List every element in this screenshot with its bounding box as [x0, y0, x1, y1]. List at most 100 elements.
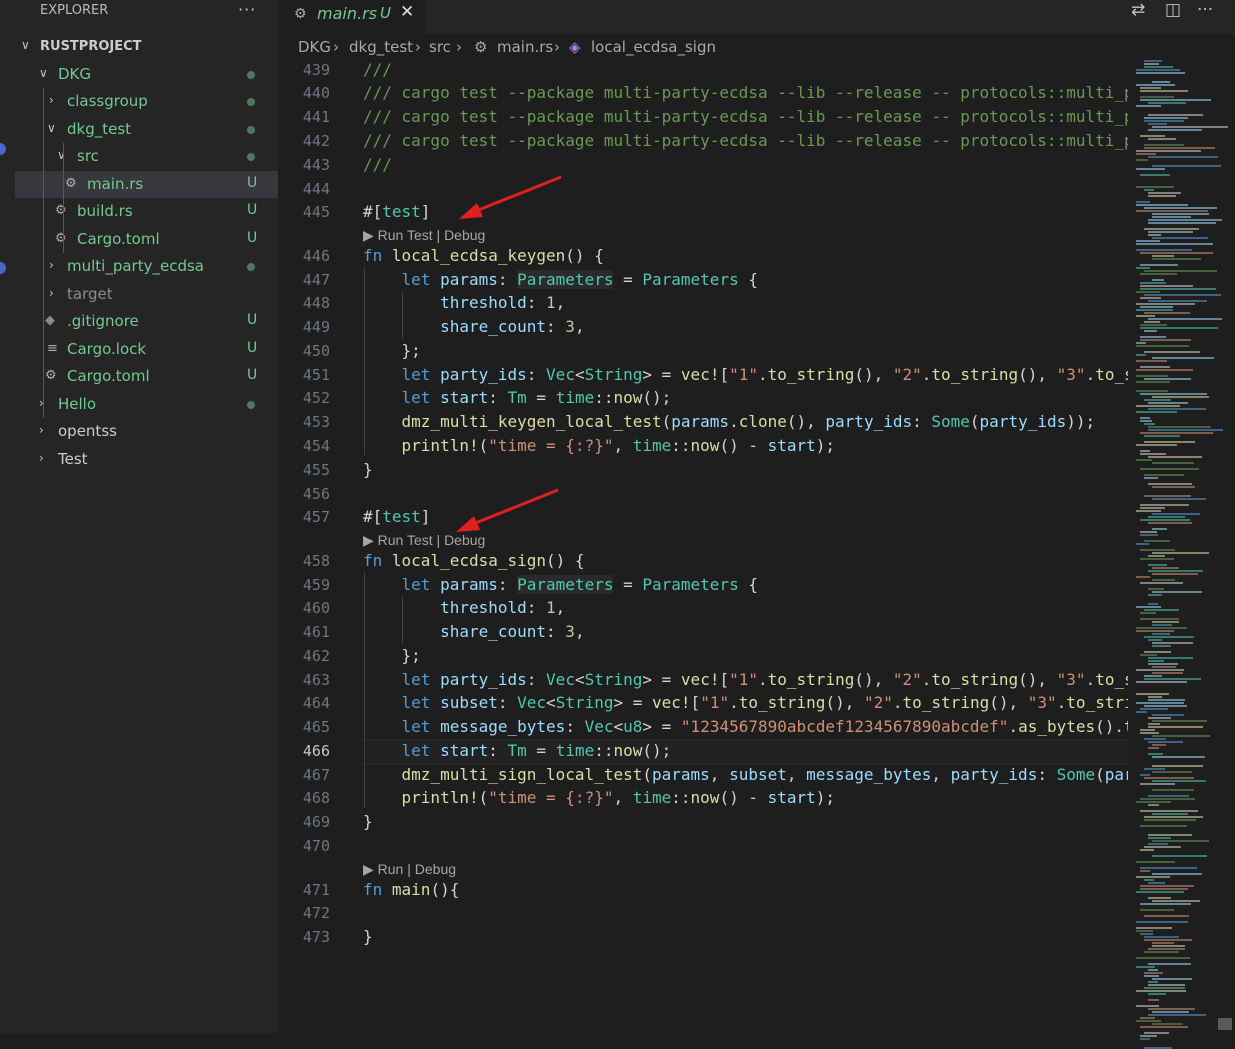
close-icon[interactable]: ✕ [400, 2, 414, 22]
tree-item-label: dkg_test [67, 120, 132, 138]
breadcrumb-local-ecdsa-sign[interactable]: local_ecdsa_sign [591, 38, 716, 56]
minimap-line [1136, 381, 1170, 383]
code-line: /// [363, 155, 392, 174]
chevron-right-icon: › [456, 38, 462, 56]
codelens-run-test[interactable]: ▶ Run Test | Debug [363, 227, 485, 244]
tree-item-test[interactable]: › Test [15, 446, 278, 473]
tree-item-build-rs[interactable]: ⚙ build.rs U [15, 198, 278, 225]
minimap-line [1140, 1017, 1155, 1019]
minimap-line [1144, 975, 1159, 977]
minimap-line [1140, 519, 1190, 521]
tree-item-opentss[interactable]: › opentss [15, 418, 278, 445]
minimap-line [1140, 336, 1166, 338]
minimap-line [1148, 969, 1158, 971]
minimap-line [1148, 795, 1189, 797]
minimap-line [1148, 603, 1158, 605]
tree-item-gitignore[interactable]: ◆ .gitignore U [15, 308, 278, 335]
minimap-line [1136, 891, 1184, 893]
minimap-line [1152, 840, 1209, 842]
minimap-line [1148, 123, 1167, 125]
line-number: 444 [302, 180, 330, 198]
chevron-down-icon: ∨ [57, 148, 66, 162]
tree-item-label: Cargo.lock [67, 340, 147, 358]
tree-item-cargo-toml[interactable]: ⚙ Cargo.toml U [15, 363, 278, 390]
code-line: fn local_ecdsa_keygen() { [363, 246, 604, 265]
minimap-line [1140, 729, 1155, 731]
more-actions-icon[interactable]: ··· [1197, 0, 1213, 24]
minimap-line [1148, 717, 1171, 719]
code-editor[interactable]: 439 440 441 442 443 444 445 446 447 448 449 450 451 4… [278, 58, 1128, 1033]
code-line: dmz_multi_keygen_local_test(params.clone… [401, 412, 1096, 431]
minimap-line [1136, 927, 1172, 929]
code-line: let start: Tm = time::now(); [401, 388, 672, 407]
minimap-line [1148, 657, 1193, 659]
gear-icon: ⚙ [45, 368, 57, 383]
codelens-run[interactable]: ▶ Run | Debug [363, 861, 456, 878]
code-line: println!("time = {:?}", time::now() - st… [401, 788, 836, 807]
scrollbar-thumb[interactable] [1218, 1018, 1232, 1030]
untracked-badge: U [247, 175, 258, 191]
project-root[interactable]: ∨ RUSTPROJECT [15, 33, 278, 60]
breadcrumb-main-rs[interactable]: main.rs [497, 38, 553, 56]
minimap-line [1136, 681, 1187, 683]
code-line: } [363, 460, 373, 479]
tree-item-dkg[interactable]: ∨ DKG [15, 61, 278, 88]
line-number: 441 [302, 108, 330, 126]
line-number: 459 [302, 576, 330, 594]
minimap-line [1148, 984, 1185, 986]
minimap-line [1148, 588, 1164, 590]
code-line: let message_bytes: Vec<u8> = "1234567890… [401, 717, 1128, 736]
tree-item-label: classgroup [67, 92, 148, 110]
tree-item-src[interactable]: ∨ src [15, 143, 278, 170]
chevron-right-icon: › [39, 451, 44, 465]
tree-item-main-rs[interactable]: ⚙ main.rs U [15, 171, 278, 198]
minimap-line [1136, 168, 1165, 170]
minimap-line [1144, 636, 1194, 638]
minimap-line [1144, 351, 1200, 353]
minimap-line [1144, 147, 1215, 149]
minimap-line [1152, 624, 1172, 626]
tree-item-dkg-test[interactable]: ∨ dkg_test [15, 116, 278, 143]
compare-changes-icon[interactable]: ⇄ [1131, 0, 1145, 24]
minimap-line [1152, 642, 1193, 644]
split-editor-icon[interactable]: ◫ [1165, 0, 1181, 24]
tree-item-cargo-lock[interactable]: ≡ Cargo.lock U [15, 336, 278, 363]
minimap-line [1152, 255, 1174, 257]
minimap-line [1140, 1035, 1157, 1037]
line-number: 445 [302, 203, 330, 221]
line-number: 439 [302, 61, 330, 79]
breadcrumb-src[interactable]: src [429, 38, 451, 56]
tab-main-rs[interactable]: ⚙ main.rs U ✕ [278, 0, 425, 34]
minimap-line [1148, 195, 1176, 197]
minimap-line [1136, 543, 1149, 545]
minimap-line [1144, 435, 1180, 437]
breadcrumb-dkg-test[interactable]: dkg_test [349, 38, 413, 56]
minimap-line [1136, 204, 1188, 206]
minimap-line [1144, 846, 1181, 848]
minimap[interactable] [1128, 58, 1235, 1049]
minimap-line [1148, 999, 1159, 1001]
tree-item-hello[interactable]: › Hello [15, 391, 278, 418]
minimap-line [1144, 915, 1189, 917]
code-line: fn main(){ [363, 880, 460, 899]
minimap-line [1144, 705, 1187, 707]
breadcrumb-dkg[interactable]: DKG [298, 38, 331, 56]
minimap-line [1144, 60, 1162, 62]
line-number: 450 [302, 342, 330, 360]
tree-item-multi-party-ecdsa[interactable]: › multi_party_ecdsa [15, 253, 278, 280]
tree-item-classgroup[interactable]: › classgroup [15, 88, 278, 115]
tree-item-label: Cargo.toml [67, 367, 150, 385]
tree-item-target[interactable]: › target [15, 281, 278, 308]
tree-item-label: target [67, 285, 113, 303]
line-number: 464 [302, 694, 330, 712]
minimap-line [1152, 744, 1166, 746]
minimap-line [1136, 576, 1150, 578]
line-number: 457 [302, 508, 330, 526]
minimap-line [1136, 510, 1161, 512]
untracked-badge: U [247, 202, 258, 218]
line-number: 470 [302, 837, 330, 855]
tree-item-cargo-toml-inner[interactable]: ⚙ Cargo.toml U [15, 226, 278, 253]
code-line: share_count: 3, [440, 317, 585, 336]
minimap-line [1144, 540, 1170, 542]
more-actions-icon[interactable]: ··· [238, 0, 256, 19]
